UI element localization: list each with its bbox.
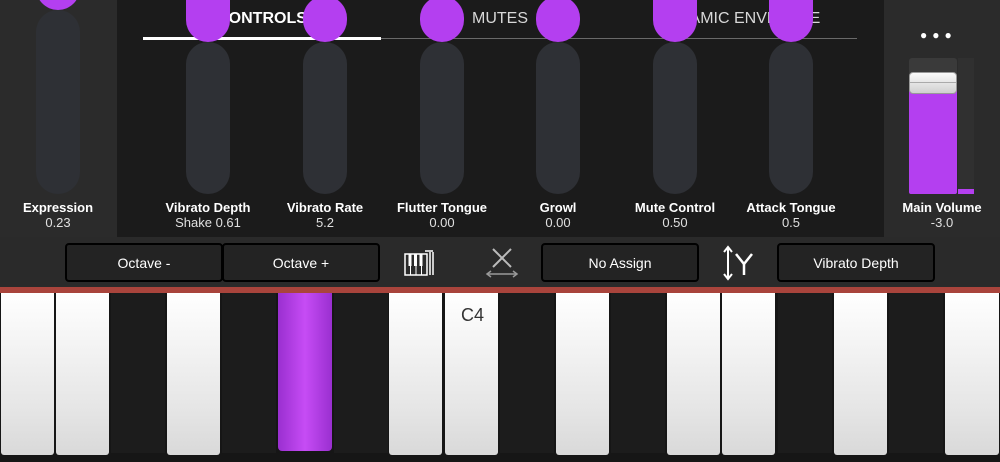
attack-tongue-label: Attack Tongue xyxy=(746,200,836,215)
expression-label: Expression xyxy=(22,200,94,215)
slider-track[interactable] xyxy=(186,42,230,194)
expression-value: 0.23 xyxy=(45,215,71,230)
c4-key-label: C4 xyxy=(461,305,485,325)
close-icon[interactable] xyxy=(484,247,520,284)
slider-fill[interactable] xyxy=(653,0,697,42)
black-key[interactable] xyxy=(889,293,943,453)
slider-track[interactable] xyxy=(303,42,347,194)
tab-mutes[interactable]: MUTES xyxy=(381,10,619,28)
slider-fill[interactable] xyxy=(536,0,580,42)
slider-fill[interactable] xyxy=(186,0,230,42)
octave-down-button[interactable]: Octave - xyxy=(65,243,223,282)
black-key[interactable] xyxy=(611,293,665,453)
white-key[interactable] xyxy=(1,293,54,455)
black-key[interactable] xyxy=(778,293,832,453)
more-dots-icon[interactable]: ●●● xyxy=(920,28,957,42)
black-key[interactable] xyxy=(222,293,276,453)
tab-bar: CONTROLS MUTES DYNAMIC ENVELOPE xyxy=(143,0,857,40)
handle-grip xyxy=(910,82,956,83)
slider-track[interactable] xyxy=(653,42,697,194)
vibrato-depth-assign-button[interactable]: Vibrato Depth xyxy=(777,243,935,282)
slider-fill[interactable] xyxy=(769,0,813,42)
main-volume-fill[interactable] xyxy=(909,78,957,194)
slider-track[interactable] xyxy=(36,10,80,194)
white-key[interactable] xyxy=(389,293,442,455)
white-key[interactable] xyxy=(945,293,999,455)
white-key[interactable] xyxy=(834,293,887,455)
white-key[interactable] xyxy=(167,293,220,455)
slider-fill[interactable] xyxy=(420,0,464,42)
level-meter xyxy=(958,58,974,194)
black-key-3[interactable] xyxy=(278,293,332,451)
black-key[interactable] xyxy=(500,293,554,453)
white-key[interactable] xyxy=(722,293,775,455)
tab-active-indicator xyxy=(143,37,381,40)
attack-tongue-value: 0.5 xyxy=(781,215,801,230)
y-axis-icon[interactable] xyxy=(722,245,756,286)
white-key[interactable] xyxy=(56,293,109,455)
keyboard-icon[interactable] xyxy=(404,250,434,281)
no-assign-button[interactable]: No Assign xyxy=(541,243,699,282)
octave-up-button[interactable]: Octave + xyxy=(222,243,380,282)
main-volume-value: -3.0 xyxy=(930,215,954,230)
black-key[interactable] xyxy=(111,293,165,453)
slider-track[interactable] xyxy=(769,42,813,194)
main-volume-handle[interactable] xyxy=(909,72,957,94)
white-key[interactable] xyxy=(667,293,720,455)
main-volume-label: Main Volume xyxy=(902,200,982,215)
black-key[interactable] xyxy=(334,293,388,453)
slider-track[interactable] xyxy=(420,42,464,194)
slider-track[interactable] xyxy=(536,42,580,194)
white-key[interactable] xyxy=(556,293,609,455)
slider-fill[interactable] xyxy=(303,0,347,42)
level-meter-fill xyxy=(958,189,974,194)
